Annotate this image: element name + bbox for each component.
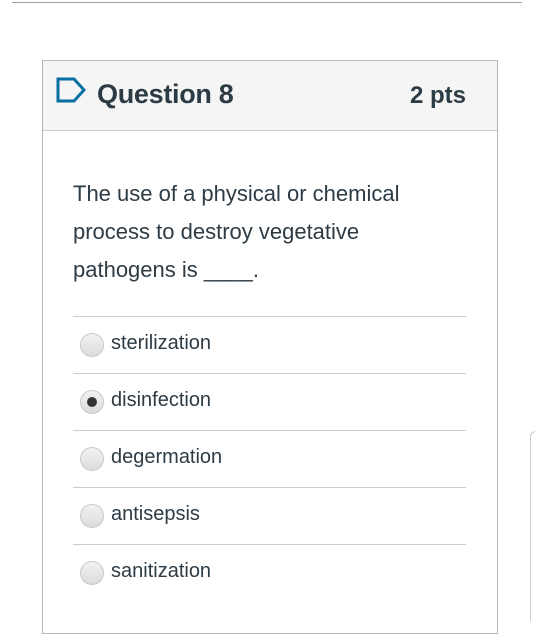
answer-list: sterilization disinfection degermation a… xyxy=(73,316,466,601)
radio-button[interactable] xyxy=(80,333,104,357)
question-body: The use of a physical or chemical proces… xyxy=(43,131,497,601)
answer-option[interactable]: antisepsis xyxy=(73,487,466,544)
radio-button[interactable] xyxy=(80,447,104,471)
answer-option[interactable]: disinfection xyxy=(73,373,466,430)
answer-label: disinfection xyxy=(111,389,212,411)
top-divider xyxy=(12,2,522,3)
radio-button[interactable] xyxy=(80,561,104,585)
question-points: 2 pts xyxy=(409,82,466,109)
question-title: Question 8 xyxy=(97,79,234,109)
answer-option[interactable]: degermation xyxy=(73,430,466,487)
answer-label: antisepsis xyxy=(111,503,200,525)
question-card: Question 8 2 pts The use of a physical o… xyxy=(42,60,498,634)
quiz-page: Question 8 2 pts The use of a physical o… xyxy=(0,0,535,639)
question-text: The use of a physical or chemical proces… xyxy=(73,181,400,282)
answer-option[interactable]: sanitization xyxy=(73,544,466,601)
answer-label: sterilization xyxy=(111,332,212,354)
question-header: Question 8 2 pts xyxy=(43,61,497,131)
radio-button[interactable] xyxy=(80,504,104,528)
answer-option[interactable]: sterilization xyxy=(73,316,466,373)
radio-button[interactable] xyxy=(80,390,104,414)
side-panel-edge xyxy=(530,431,535,621)
answer-label: sanitization xyxy=(111,560,212,582)
answer-label: degermation xyxy=(111,446,223,468)
flag-outline-icon[interactable] xyxy=(56,77,86,103)
